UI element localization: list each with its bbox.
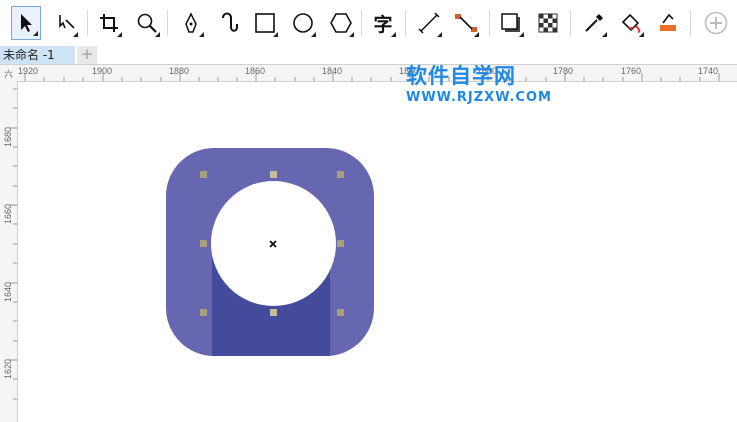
polygon-tool-button[interactable]: [326, 6, 356, 40]
selection-center-marker[interactable]: [269, 240, 277, 248]
flyout-indicator: [391, 32, 396, 37]
selection-handle-bottom-right[interactable]: [337, 309, 344, 316]
text-tool-icon: 字: [373, 13, 393, 36]
ruler-origin[interactable]: 六: [0, 65, 18, 82]
zoom-tool-icon: [137, 13, 157, 33]
ellipse-tool-icon: [293, 13, 313, 33]
document-tab[interactable]: 未命名 -1: [0, 46, 75, 64]
shape-tool-icon: [59, 15, 75, 29]
toolbar-separator: [570, 10, 571, 36]
flyout-indicator: [273, 32, 278, 37]
add-tool-button[interactable]: [701, 6, 731, 40]
flyout-indicator: [474, 32, 479, 37]
toolbar-separator: [690, 10, 691, 36]
toolbar-separator: [361, 10, 362, 36]
ruler-label: 1860: [245, 66, 266, 76]
selection-handle-bottom-left[interactable]: [200, 309, 207, 316]
zoom-tool-button[interactable]: [132, 6, 162, 40]
flyout-indicator: [519, 32, 524, 37]
connector-tool-button[interactable]: [451, 6, 481, 40]
eyedropper-button[interactable]: [579, 6, 609, 40]
drawing-canvas[interactable]: [18, 82, 737, 422]
interactive-fill-icon: [621, 13, 641, 33]
drop-shadow-icon: [501, 13, 520, 32]
ruler-label: 1660: [3, 203, 13, 224]
selection-handle-top-left[interactable]: [200, 171, 207, 178]
artistic-media-icon: [222, 12, 238, 32]
vertical-ruler[interactable]: 1680 1660 1640 1620: [0, 81, 18, 422]
new-document-tab-button[interactable]: +: [77, 46, 97, 64]
ruler-label: 1680: [3, 126, 13, 147]
ruler-label: 1740: [698, 66, 719, 76]
connector-tool-icon: [455, 14, 477, 32]
add-tool-icon: [704, 11, 728, 35]
ruler-label: 1640: [3, 281, 13, 302]
flyout-indicator: [311, 32, 316, 37]
flyout-indicator: [639, 32, 644, 37]
eyedropper-icon: [585, 14, 603, 32]
polygon-tool-icon: [330, 13, 352, 33]
flyout-indicator: [437, 32, 442, 37]
flyout-indicator: [602, 32, 607, 37]
flyout-indicator: [199, 32, 204, 37]
dimension-tool-button[interactable]: [414, 6, 444, 40]
shape-tool-button[interactable]: [50, 6, 80, 40]
pick-tool-button[interactable]: [11, 6, 41, 40]
selection-handle-top[interactable]: [270, 171, 277, 178]
ruler-label: 1920: [18, 66, 39, 76]
transparency-icon: [538, 13, 558, 33]
dimension-tool-icon: [418, 12, 440, 34]
ruler-label: 1620: [3, 358, 13, 379]
ruler-label: 1840: [322, 66, 343, 76]
selection-handle-bottom[interactable]: [270, 309, 277, 316]
pick-tool-icon: [21, 14, 32, 32]
selection-handle-left[interactable]: [200, 240, 207, 247]
horizontal-ruler[interactable]: 1920 1900 1880 1860 1840 1820 1800 1780 …: [17, 65, 737, 82]
toolbar-separator: [489, 10, 490, 36]
crop-tool-button[interactable]: [94, 6, 124, 40]
ruler-label: 1880: [169, 66, 190, 76]
watermark-url: WWW.RJZXW.COM: [406, 90, 552, 105]
transparency-button[interactable]: [533, 6, 563, 40]
toolbox: 字: [0, 0, 737, 46]
ruler-origin-label: 六: [4, 69, 14, 79]
ellipse-tool-button[interactable]: [288, 6, 318, 40]
artistic-media-button[interactable]: [214, 6, 244, 40]
flyout-indicator: [117, 32, 122, 37]
pen-tool-icon: [185, 12, 197, 33]
document-tab-bar: 未命名 -1 +: [0, 46, 737, 65]
flyout-indicator: [349, 32, 354, 37]
selection-handle-right[interactable]: [337, 240, 344, 247]
smart-fill-button[interactable]: [653, 6, 683, 40]
flyout-indicator: [33, 31, 38, 36]
drop-shadow-button[interactable]: [496, 6, 526, 40]
pen-tool-button[interactable]: [176, 6, 206, 40]
rectangle-tool-button[interactable]: [250, 6, 280, 40]
selection-handle-top-right[interactable]: [337, 171, 344, 178]
toolbar-separator: [87, 10, 88, 36]
flyout-indicator: [155, 32, 160, 37]
toolbar-separator: [167, 10, 168, 36]
text-tool-button[interactable]: 字: [368, 6, 398, 40]
interactive-fill-button[interactable]: [616, 6, 646, 40]
smart-fill-icon: [660, 13, 676, 31]
rectangle-tool-icon: [255, 13, 275, 33]
ruler-label: 1900: [92, 66, 113, 76]
crop-tool-icon: [100, 14, 118, 32]
ruler-label: 1780: [553, 66, 574, 76]
toolbar-separator: [405, 10, 406, 36]
ruler-label: 1760: [621, 66, 642, 76]
flyout-indicator: [73, 32, 78, 37]
watermark-title: 软件自学网: [406, 64, 516, 88]
